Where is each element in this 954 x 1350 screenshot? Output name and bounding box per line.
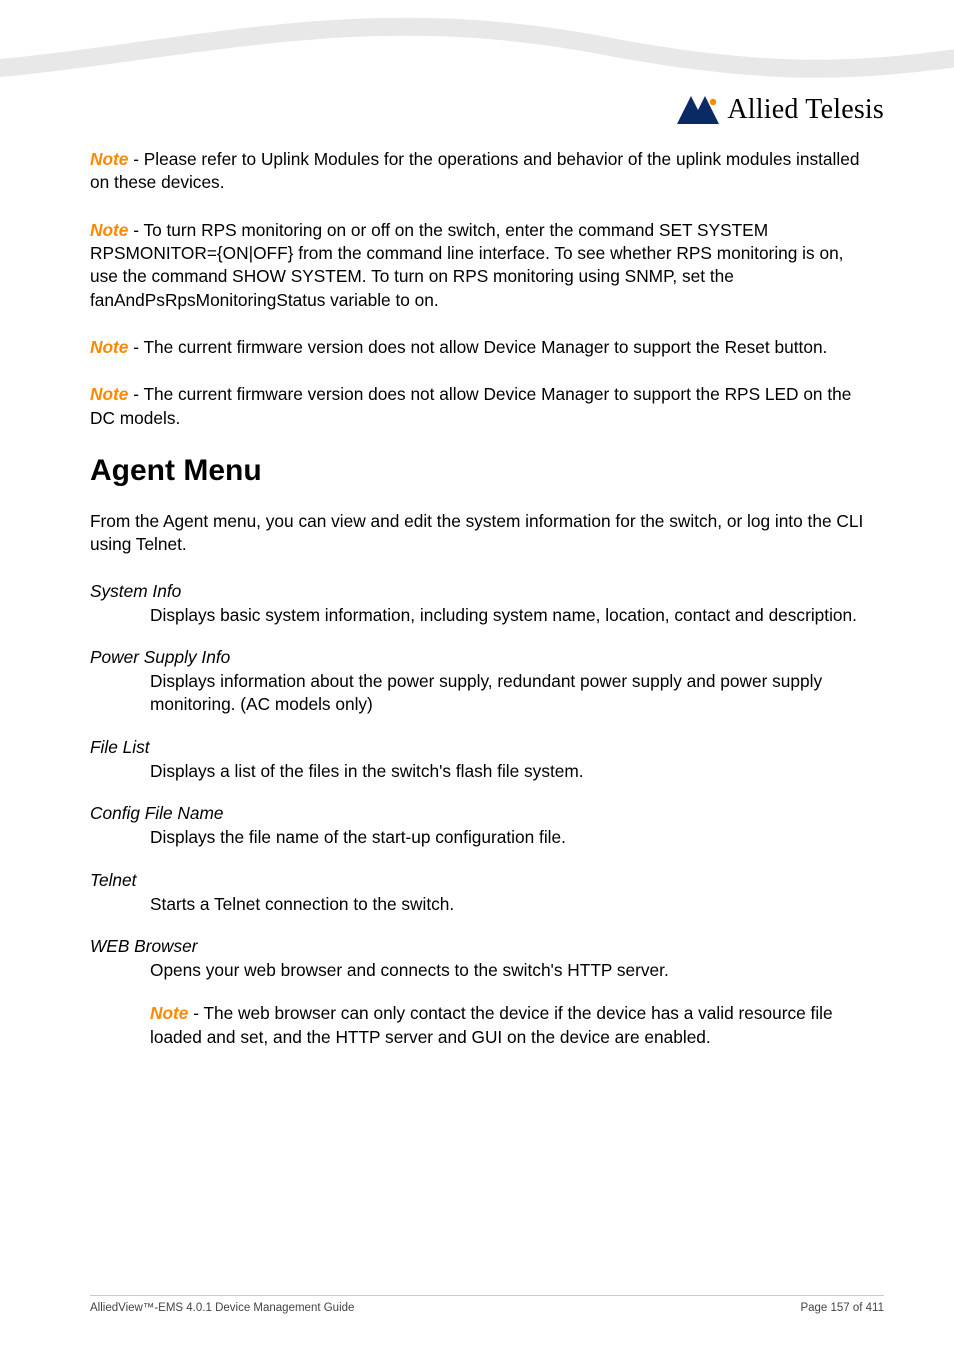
defn-system-info: Displays basic system information, inclu… — [150, 604, 870, 627]
defn-power-supply-info: Displays information about the power sup… — [150, 670, 870, 717]
note-rps-led: Note - The current firmware version does… — [90, 383, 870, 430]
intro-paragraph: From the Agent menu, you can view and ed… — [90, 510, 870, 557]
note-label: Note — [90, 337, 128, 357]
note-web-browser: Note - The web browser can only contact … — [150, 1002, 870, 1049]
defn-web-browser: Opens your web browser and connects to t… — [150, 959, 870, 1049]
note-label: Note — [90, 220, 128, 240]
term-file-list: File List — [90, 737, 870, 758]
content: Note - Please refer to Uplink Modules fo… — [90, 148, 870, 1069]
footer-row: AlliedView™-EMS 4.0.1 Device Management … — [90, 1302, 884, 1314]
term-power-supply-info: Power Supply Info — [90, 647, 870, 668]
page-footer: AlliedView™-EMS 4.0.1 Device Management … — [90, 1295, 884, 1314]
note-label: Note — [90, 149, 128, 169]
term-config-file-name: Config File Name — [90, 803, 870, 824]
brand-name: Allied Telesis — [727, 94, 884, 126]
note-rps-monitoring: Note - To turn RPS monitoring on or off … — [90, 219, 870, 312]
defn-telnet: Starts a Telnet connection to the switch… — [150, 893, 870, 916]
page: Allied Telesis Note - Please refer to Up… — [0, 0, 954, 1350]
defn-config-file-name: Displays the file name of the start-up c… — [150, 826, 870, 849]
note-label: Note — [90, 384, 128, 404]
note-text: - Please refer to Uplink Modules for the… — [90, 149, 859, 192]
brand-logo: Allied Telesis — [677, 94, 884, 126]
note-uplink-modules: Note - Please refer to Uplink Modules fo… — [90, 148, 870, 195]
note-text: - The web browser can only contact the d… — [150, 1003, 833, 1046]
defn-file-list: Displays a list of the files in the swit… — [150, 760, 870, 783]
defn-web-browser-text: Opens your web browser and connects to t… — [150, 959, 870, 982]
section-heading-agent-menu: Agent Menu — [90, 454, 870, 488]
term-system-info: System Info — [90, 581, 870, 602]
term-telnet: Telnet — [90, 870, 870, 891]
note-reset-button: Note - The current firmware version does… — [90, 336, 870, 359]
note-label: Note — [150, 1003, 188, 1023]
note-text: - The current firmware version does not … — [90, 384, 851, 427]
brand-triangle-icon — [677, 96, 719, 124]
footer-rule — [90, 1295, 884, 1296]
note-text: - To turn RPS monitoring on or off on th… — [90, 220, 843, 310]
note-text: - The current firmware version does not … — [128, 337, 827, 357]
footer-page-number: Page 157 of 411 — [800, 1302, 884, 1314]
footer-guide-title: AlliedView™-EMS 4.0.1 Device Management … — [90, 1302, 354, 1314]
term-web-browser: WEB Browser — [90, 936, 870, 957]
